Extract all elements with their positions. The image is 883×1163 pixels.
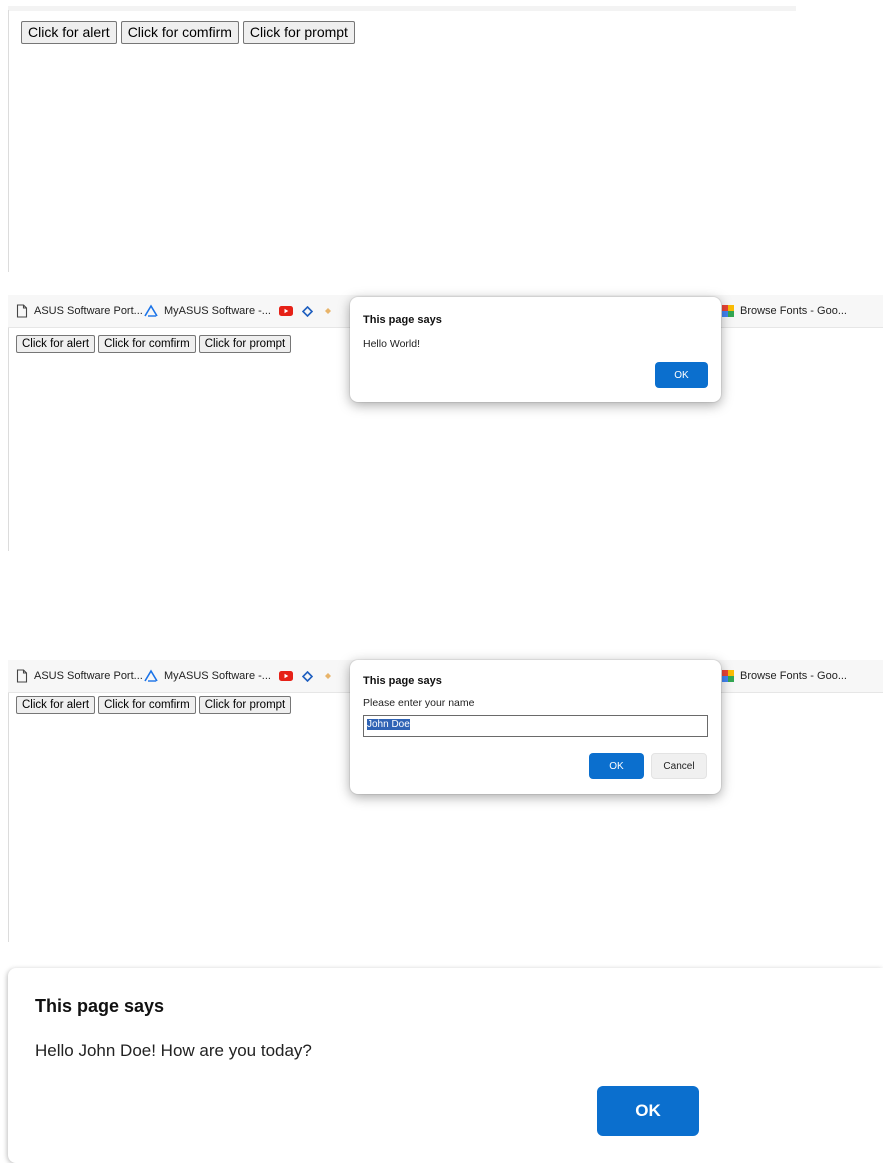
bookmark-google-fonts[interactable]: Browse Fonts - Goo... xyxy=(722,295,847,327)
diamond-icon xyxy=(302,670,313,682)
dialog-message: Hello John Doe! How are you today? xyxy=(35,1041,312,1060)
youtube-icon xyxy=(279,306,293,316)
left-divider xyxy=(8,660,9,942)
ok-button[interactable]: OK xyxy=(589,753,644,779)
dialog-message: Hello World! xyxy=(363,338,420,350)
prompt-dialog: This page says Please enter your name Jo… xyxy=(350,660,721,794)
dialog-message: Please enter your name xyxy=(363,697,475,709)
bookmark-label: Browse Fonts - Goo... xyxy=(740,305,847,317)
input-value: John Doe xyxy=(367,719,410,730)
page-icon xyxy=(16,304,28,318)
bookmark-google-fonts[interactable]: Browse Fonts - Goo... xyxy=(722,660,847,692)
bookmark-label: MyASUS Software -... xyxy=(164,670,271,682)
top-strip xyxy=(8,6,796,11)
bookmark-label: ASUS Software Port... xyxy=(34,305,143,317)
page-button-row: Click for alert Click for comfirm Click … xyxy=(21,21,359,44)
page-button-row: Click for alert Click for comfirm Click … xyxy=(16,335,294,353)
ok-button[interactable]: OK xyxy=(597,1086,699,1136)
dialog-title: This page says xyxy=(363,675,442,687)
prompt-button[interactable]: Click for prompt xyxy=(198,696,292,714)
alert-button[interactable]: Click for alert xyxy=(21,21,117,44)
bookmark-myasus-software[interactable]: MyASUS Software -... xyxy=(144,295,271,327)
myasus-logo-icon xyxy=(144,669,158,682)
page-button-row: Click for alert Click for comfirm Click … xyxy=(16,696,294,714)
bookmark-asus-software[interactable]: ASUS Software Port... xyxy=(16,660,143,692)
bookmark-extension[interactable] xyxy=(324,295,338,327)
confirm-button[interactable]: Click for comfirm xyxy=(120,21,239,44)
bookmark-youtube[interactable] xyxy=(279,660,299,692)
alert-button[interactable]: Click for alert xyxy=(16,335,96,353)
extension-icon xyxy=(325,673,331,679)
bookmark-asus-software[interactable]: ASUS Software Port... xyxy=(16,295,143,327)
diamond-icon xyxy=(302,305,313,317)
alert-dialog: This page says Hello World! OK xyxy=(350,297,721,402)
confirm-button[interactable]: Click for comfirm xyxy=(98,696,196,714)
bookmark-extension[interactable] xyxy=(324,660,338,692)
left-divider xyxy=(8,10,9,272)
name-input[interactable]: John Doe xyxy=(363,715,708,737)
bookmark-label: MyASUS Software -... xyxy=(164,305,271,317)
greeting-dialog: This page says Hello John Doe! How are y… xyxy=(8,968,883,1163)
ok-button[interactable]: OK xyxy=(655,362,708,388)
bookmark-label: Browse Fonts - Goo... xyxy=(740,670,847,682)
google-fonts-icon xyxy=(722,670,734,682)
youtube-icon xyxy=(279,671,293,681)
google-fonts-icon xyxy=(722,305,734,317)
cancel-button[interactable]: Cancel xyxy=(651,753,707,779)
dialog-title: This page says xyxy=(35,996,165,1016)
bookmark-diamond[interactable] xyxy=(302,295,319,327)
bookmark-label: ASUS Software Port... xyxy=(34,670,143,682)
extension-icon xyxy=(325,308,331,314)
page-icon xyxy=(16,669,28,683)
prompt-button[interactable]: Click for prompt xyxy=(242,21,355,44)
prompt-button[interactable]: Click for prompt xyxy=(198,335,292,353)
alert-button[interactable]: Click for alert xyxy=(16,696,96,714)
left-divider xyxy=(8,295,9,551)
confirm-button[interactable]: Click for comfirm xyxy=(98,335,196,353)
myasus-logo-icon xyxy=(144,304,158,317)
bookmark-myasus-software[interactable]: MyASUS Software -... xyxy=(144,660,271,692)
bookmark-youtube[interactable] xyxy=(279,295,299,327)
dialog-title: This page says xyxy=(363,314,442,326)
bookmark-diamond[interactable] xyxy=(302,660,319,692)
